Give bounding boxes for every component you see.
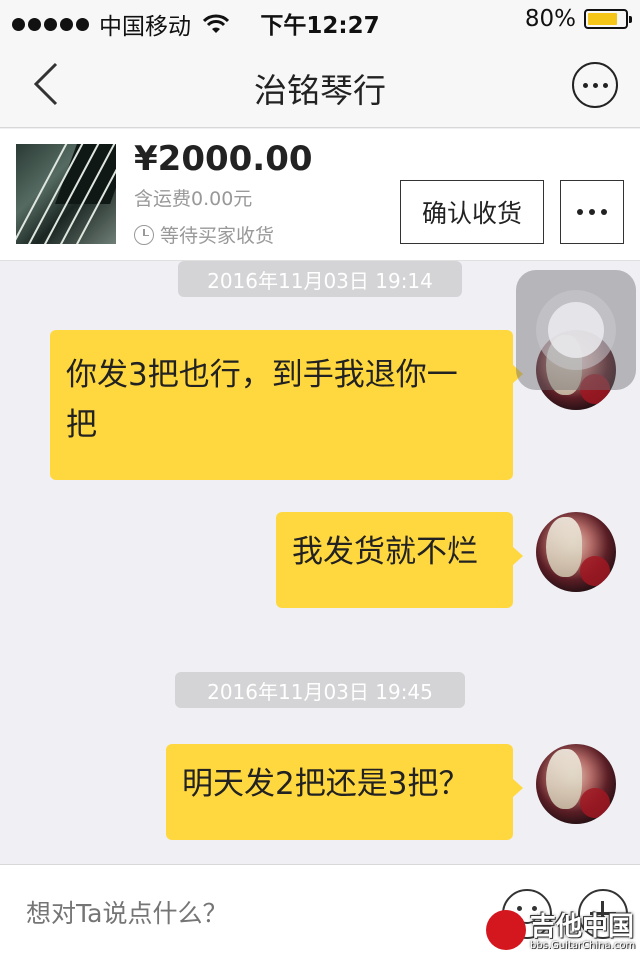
message-bubble[interactable]: 明天发2把还是3把？ (166, 744, 523, 840)
status-bar: 中国移动 下午12:27 80% (0, 0, 640, 40)
order-status: 等待买家收货 (134, 221, 274, 248)
message-text-line: 把 (66, 407, 97, 443)
more-options-button[interactable] (560, 180, 624, 244)
order-summary: ¥2000.00 含运费0.00元 等待买家收货 确认收货 (0, 129, 640, 261)
message-timestamp: 2016年11月03日 19:45 (175, 672, 465, 708)
watermark-icon (486, 910, 526, 950)
shipping-fee: 含运费0.00元 (134, 188, 253, 210)
navigation-bar: 治铭琴行 (0, 40, 640, 128)
order-status-label: 等待买家收货 (160, 225, 275, 247)
message-bubble[interactable]: 你发3把也行，到手我退你一 把 (50, 330, 523, 480)
price: ¥2000.00 (134, 139, 313, 179)
message-text-line: 我发货就不烂 (292, 534, 478, 570)
watermark-url: bbs.GuitarChina.com (530, 940, 636, 951)
watermark-text: 吉他中国 (530, 912, 635, 942)
more-circle-icon[interactable] (572, 62, 618, 108)
assistive-touch-button[interactable] (516, 270, 636, 390)
page-title: 治铭琴行 (254, 71, 386, 110)
message-timestamp: 2016年11月03日 19:14 (178, 261, 462, 297)
product-thumbnail[interactable] (16, 144, 116, 244)
battery-percent: 80% (524, 6, 576, 32)
message-text-line: 你发3把也行，到手我退你一 (66, 357, 458, 393)
message-text-line: 明天发2把还是3把？ (182, 766, 470, 802)
battery-icon (584, 9, 632, 29)
message-bubble[interactable]: 我发货就不烂 (276, 512, 523, 608)
battery-info: 80% (524, 6, 632, 32)
avatar[interactable] (536, 512, 616, 592)
confirm-receipt-button[interactable]: 确认收货 (400, 180, 544, 244)
message-input[interactable] (26, 899, 466, 928)
watermark-logo: 吉他中国 bbs.GuitarChina.com (486, 906, 638, 958)
avatar[interactable] (536, 744, 616, 824)
clock-icon (134, 224, 154, 245)
